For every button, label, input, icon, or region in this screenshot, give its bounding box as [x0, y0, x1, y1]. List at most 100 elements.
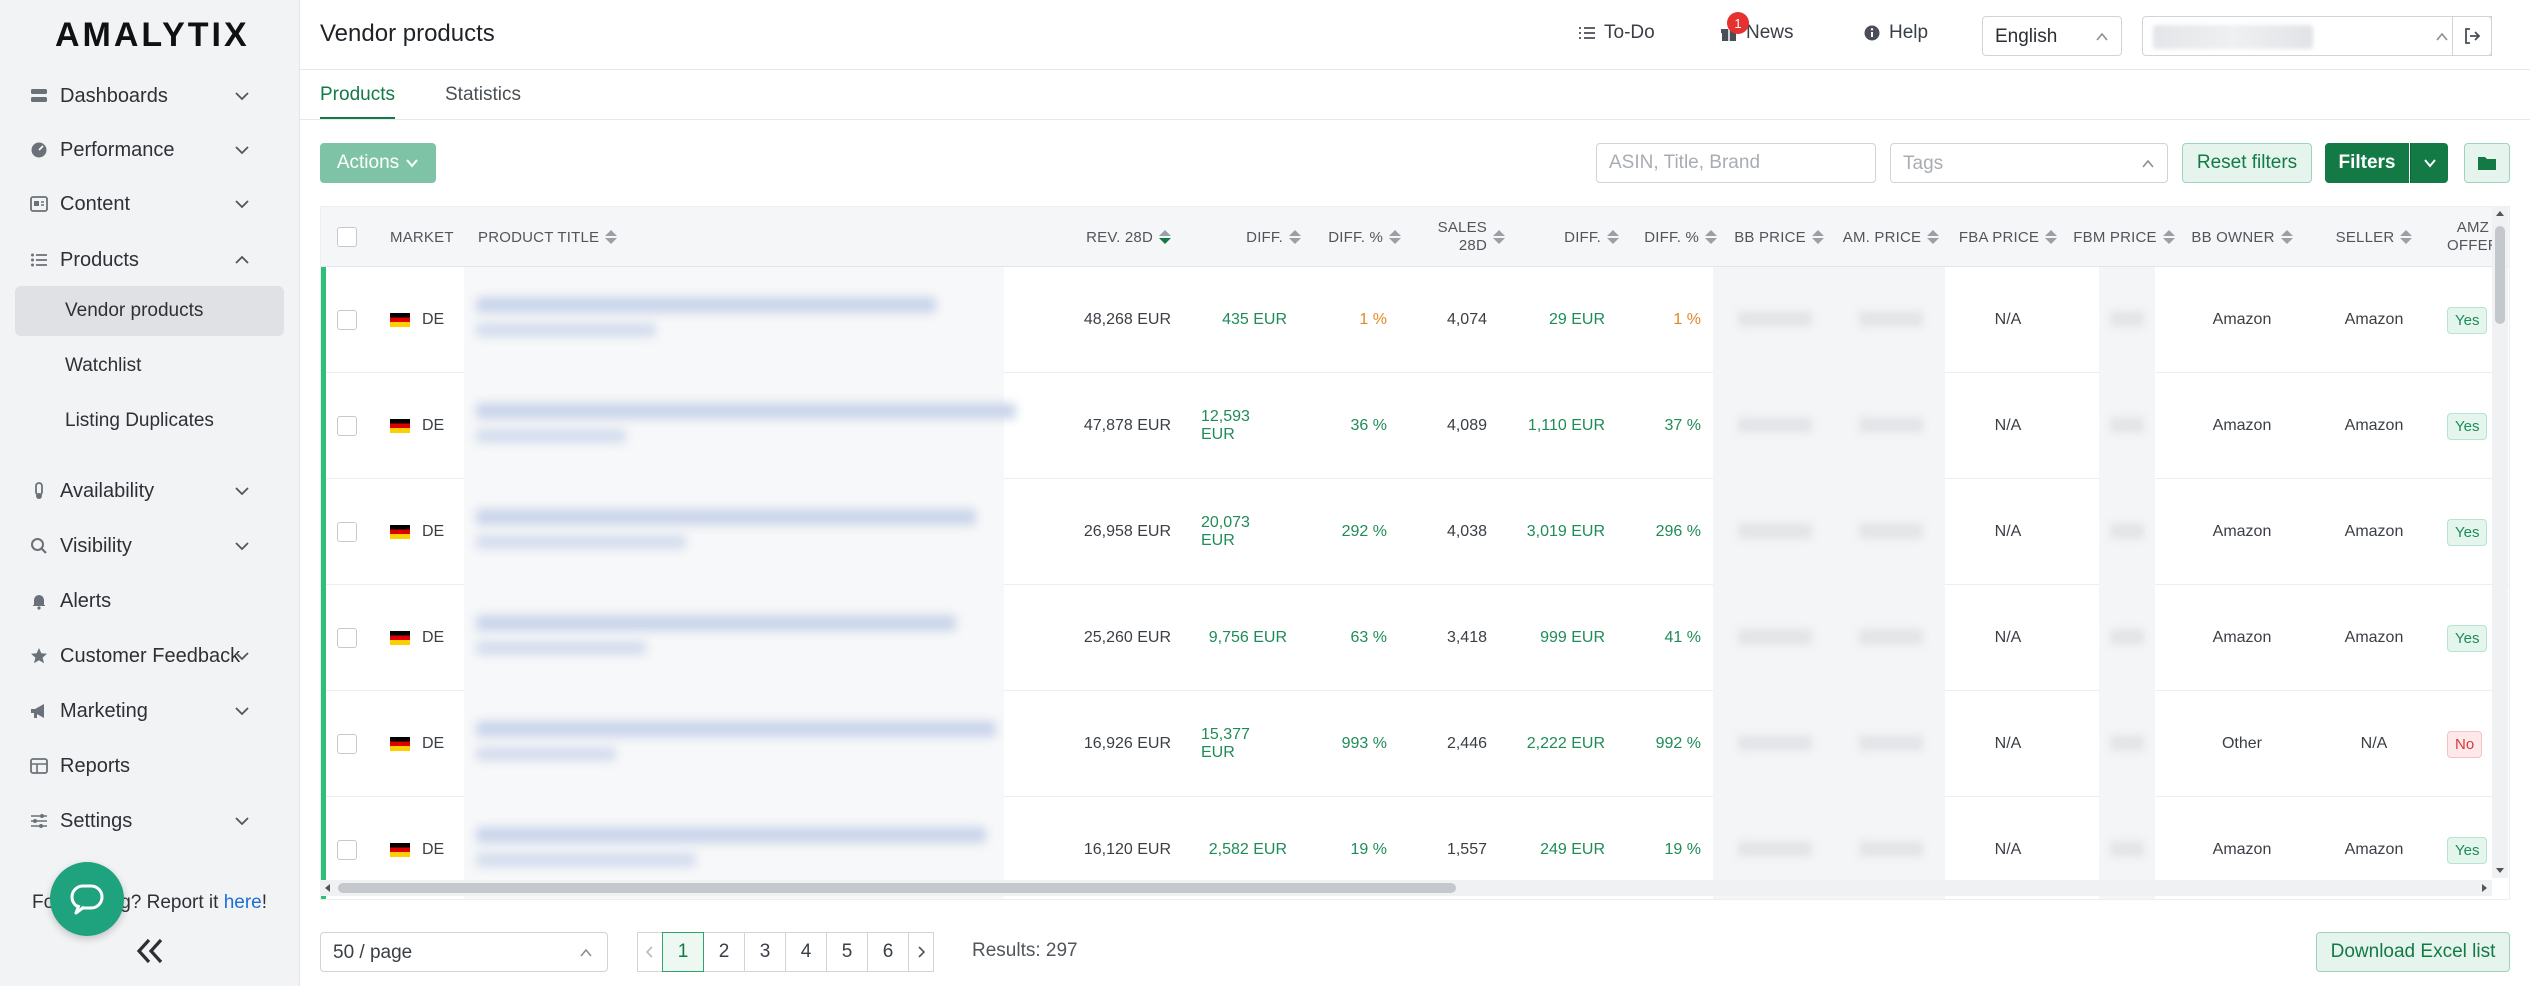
sidebar-subitem-vendor-products[interactable]: Vendor products	[15, 286, 284, 336]
actions-button[interactable]: Actions	[320, 143, 436, 183]
col-market[interactable]: Market	[390, 207, 470, 267]
scroll-left-arrow[interactable]	[324, 884, 332, 892]
chevron-down-icon	[2423, 159, 2436, 168]
page-title: Vendor products	[320, 20, 495, 47]
row-checkbox[interactable]	[337, 840, 357, 860]
bb-owner-cell: Amazon	[2212, 629, 2272, 646]
col-diff[interactable]: Diff.	[1201, 207, 1301, 267]
product-title-redacted[interactable]	[464, 267, 1004, 373]
row-checkbox[interactable]	[337, 310, 357, 330]
market-code: DE	[422, 417, 445, 434]
report-link[interactable]: here	[224, 892, 262, 913]
sidebar-item-content[interactable]: Content	[0, 180, 300, 228]
col-rev-28d[interactable]: Rev. 28D	[1041, 207, 1171, 267]
reset-filters-button[interactable]: Reset filters	[2182, 143, 2312, 183]
chat-support-button[interactable]	[50, 862, 124, 936]
product-title-redacted[interactable]	[464, 373, 1016, 479]
market-cell: DE	[390, 479, 460, 585]
sidebar-item-marketing[interactable]: Marketing	[0, 687, 300, 735]
col-diff-pct[interactable]: Diff. %	[1301, 207, 1401, 267]
horizontal-scroll-thumb[interactable]	[338, 883, 1456, 893]
table-row[interactable]: DE 26,958 EUR 20,073 EUR 292 % 4,038 3,019 EU…	[321, 479, 2509, 585]
sidebar-item-products[interactable]: Products	[0, 236, 300, 284]
products-icon	[30, 251, 60, 269]
seller-cell: N/A	[2360, 735, 2388, 752]
chevron-down-icon	[235, 542, 249, 551]
vertical-scroll-thumb[interactable]	[2495, 226, 2505, 324]
logout-button[interactable]	[2452, 16, 2492, 56]
horizontal-scrollbar[interactable]	[320, 880, 2492, 896]
page-button[interactable]: 6	[867, 932, 909, 972]
row-checkbox[interactable]	[337, 734, 357, 754]
product-title-redacted[interactable]	[464, 585, 1004, 691]
page-button[interactable]: 1	[662, 932, 704, 972]
page-button[interactable]: 3	[744, 932, 786, 972]
vertical-scrollbar[interactable]	[2492, 206, 2508, 878]
sidebar-item-performance[interactable]: Performance	[0, 126, 300, 174]
collapse-sidebar-icon[interactable]	[133, 934, 167, 968]
language-select[interactable]: English	[1982, 16, 2122, 56]
row-checkbox[interactable]	[337, 628, 357, 648]
chevron-up-icon	[2096, 32, 2108, 41]
filters-button[interactable]: Filters	[2325, 143, 2409, 183]
col-product-title[interactable]: Product Title	[478, 207, 678, 267]
performance-icon	[30, 141, 60, 159]
sidebar-item-reports[interactable]: Reports	[0, 742, 300, 790]
col-bb-owner[interactable]: BB Owner	[2183, 207, 2301, 267]
tab-statistics[interactable]: Statistics	[445, 84, 521, 117]
sidebar-item-label: Performance	[60, 138, 175, 161]
col-fba-price[interactable]: FBA Price	[1949, 207, 2067, 267]
filters-dropdown-button[interactable]	[2410, 143, 2448, 183]
sidebar-subitem-listing-duplicates[interactable]: Listing Duplicates	[15, 396, 284, 446]
saved-filters-button[interactable]	[2464, 143, 2510, 183]
sidebar-item-visibility[interactable]: Visibility	[0, 522, 300, 570]
prev-page-button[interactable]	[637, 932, 663, 972]
col-diff-2[interactable]: Diff.	[1521, 207, 1619, 267]
scroll-down-arrow[interactable]	[2496, 866, 2504, 874]
table-row[interactable]: DE 47,878 EUR 12,593 EUR 36 % 4,089 1,110 EUR…	[321, 373, 2509, 479]
sidebar-item-settings[interactable]: Settings	[0, 797, 300, 845]
download-excel-button[interactable]: Download Excel list	[2316, 932, 2510, 972]
col-am-price[interactable]: Am. Price	[1835, 207, 1947, 267]
chevron-down-icon	[235, 487, 249, 496]
sort-icon	[1705, 230, 1717, 244]
row-checkbox[interactable]	[337, 522, 357, 542]
sidebar-item-dashboards[interactable]: Dashboards	[0, 72, 300, 120]
col-seller[interactable]: Seller	[2315, 207, 2433, 267]
next-page-button[interactable]	[908, 932, 934, 972]
col-diff-pct-2[interactable]: Diff. %	[1619, 207, 1717, 267]
sort-icon	[1811, 230, 1824, 244]
page-button[interactable]: 2	[703, 932, 745, 972]
page-size-select[interactable]: 50 / page	[320, 932, 608, 972]
table-row[interactable]: DE 25,260 EUR 9,756 EUR 63 % 3,418 999 EUR 41 …	[321, 585, 2509, 691]
market-cell: DE	[390, 267, 460, 373]
scroll-right-arrow[interactable]	[2480, 884, 2488, 892]
product-title-redacted[interactable]	[464, 479, 1004, 585]
col-label: Diff. %	[1328, 228, 1383, 246]
col-label: BB Owner	[2191, 228, 2275, 246]
account-select[interactable]	[2142, 16, 2492, 56]
sidebar-subitem-watchlist[interactable]: Watchlist	[15, 341, 284, 391]
todo-link[interactable]: To-Do	[1578, 22, 1655, 44]
table-row[interactable]: DE 16,926 EUR 15,377 EUR 993 % 2,446 2,222 EU…	[321, 691, 2509, 797]
tags-select[interactable]: Tags	[1890, 143, 2168, 183]
col-fbm-price[interactable]: FBM Price	[2065, 207, 2183, 267]
scroll-up-arrow[interactable]	[2496, 210, 2504, 218]
select-all-checkbox[interactable]	[337, 227, 357, 247]
product-title-redacted[interactable]	[464, 691, 1004, 797]
row-checkbox[interactable]	[337, 416, 357, 436]
sidebar-item-customer-feedback[interactable]: Customer Feedback	[0, 632, 300, 680]
col-bb-price[interactable]: BB Price	[1723, 207, 1835, 267]
sidebar-item-alerts[interactable]: Alerts	[0, 577, 300, 625]
page-button[interactable]: 5	[826, 932, 868, 972]
market-code: DE	[422, 311, 445, 328]
search-input[interactable]	[1596, 143, 1876, 183]
help-link[interactable]: Help	[1863, 22, 1928, 44]
content-icon	[30, 195, 60, 213]
germany-flag-icon	[390, 313, 410, 327]
col-sales-28d[interactable]: Sales 28D	[1407, 207, 1505, 267]
tab-products[interactable]: Products	[320, 84, 395, 119]
table-row[interactable]: DE 48,268 EUR 435 EUR 1 % 4,074 29 EUR 1 % N/A A…	[321, 267, 2509, 373]
sidebar-item-availability[interactable]: Availability	[0, 467, 300, 515]
page-button[interactable]: 4	[785, 932, 827, 972]
